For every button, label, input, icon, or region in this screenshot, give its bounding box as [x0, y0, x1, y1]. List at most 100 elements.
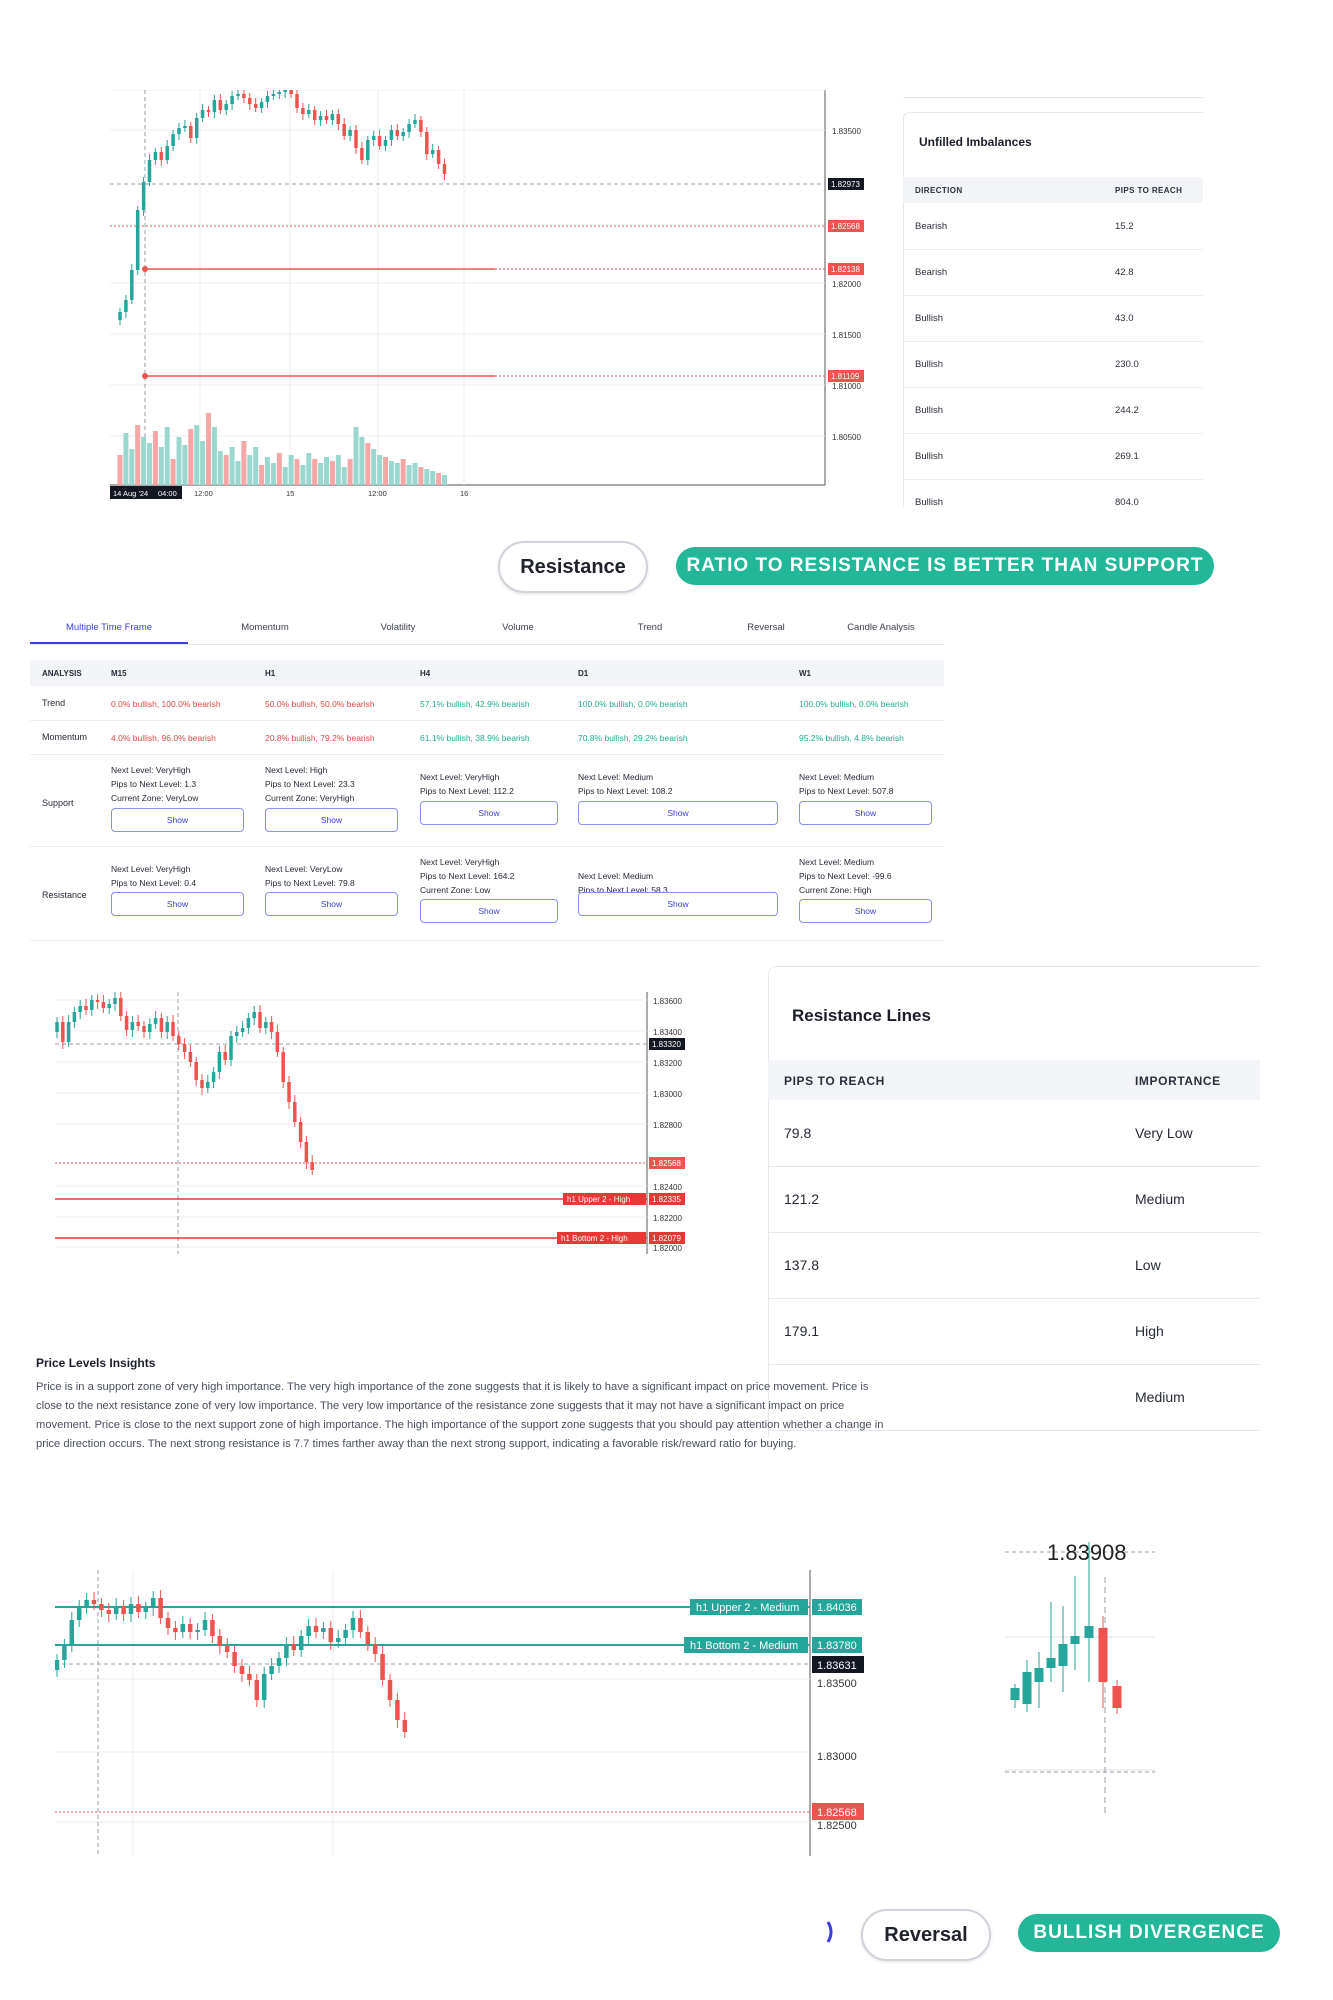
price-label: 1.83000	[653, 1090, 682, 1099]
support-h4: Next Level: VeryHigh Pips to Next Level: …	[420, 772, 514, 796]
insights-title: Price Levels Insights	[36, 1356, 156, 1370]
candle-body	[264, 1022, 268, 1028]
price-label: 1.83600	[653, 997, 682, 1006]
candle-body	[217, 1052, 222, 1072]
volume-bar	[188, 429, 194, 485]
tab-multiple-time-frame[interactable]: Multiple Time Frame	[30, 622, 188, 633]
tab-reversal[interactable]: Reversal	[706, 622, 826, 633]
show-button[interactable]: Show	[799, 801, 932, 825]
candle-body	[1112, 1686, 1122, 1708]
resistance-w1: Next Level: Medium Pips to Next Level: -9…	[799, 857, 892, 895]
tab-volatility[interactable]: Volatility	[338, 622, 458, 633]
candle-body	[310, 1162, 314, 1170]
candle-body	[147, 160, 152, 182]
candle-body	[121, 1606, 126, 1614]
show-button[interactable]: Show	[420, 899, 558, 923]
candle-body	[229, 1036, 233, 1060]
candle-body	[55, 1660, 60, 1670]
candle-body	[324, 116, 329, 120]
candle-body	[118, 312, 122, 320]
price-label: 1.81000	[832, 382, 861, 391]
show-button[interactable]: Show	[799, 899, 932, 923]
candle-body	[354, 130, 358, 148]
tab-volume[interactable]: Volume	[458, 622, 578, 633]
svg-text:1.82079: 1.82079	[652, 1234, 681, 1243]
chart-2[interactable]: 1.83600 1.83400 1.83200 1.83000 1.82800 …	[55, 992, 695, 1262]
svg-text:1.83320: 1.83320	[652, 1040, 681, 1049]
volume-bar	[229, 447, 235, 485]
candle-body	[187, 1624, 193, 1632]
candle-body	[69, 1620, 75, 1646]
show-button[interactable]: Show	[578, 892, 778, 916]
candle-body	[365, 1632, 371, 1644]
tab-trend[interactable]: Trend	[590, 622, 710, 633]
table-row: Bullish 43.0	[903, 295, 1203, 342]
volume-bar	[253, 447, 259, 485]
svg-text:1.82568: 1.82568	[831, 222, 860, 231]
resistance-lines-panel: Resistance Lines PIPS TO REACH IMPORTANC…	[768, 966, 1260, 1436]
candle-body	[224, 104, 228, 110]
candle-body	[275, 1032, 280, 1052]
show-button[interactable]: Show	[111, 892, 244, 916]
candle-body	[313, 1626, 319, 1632]
reversal-pill[interactable]: Reversal	[861, 1909, 991, 1961]
candle-body	[283, 90, 287, 92]
row-label-resistance: Resistance	[42, 890, 87, 900]
candle-body	[277, 92, 282, 94]
volume-bar	[424, 469, 430, 485]
price-label: 1.82000	[832, 280, 861, 289]
candle-body	[298, 1636, 304, 1650]
candle-body	[253, 104, 258, 108]
volume-bar	[436, 473, 442, 485]
volume-bar	[141, 437, 147, 485]
show-button[interactable]: Show	[265, 808, 398, 832]
trend-d1: 100.0% bullish, 0.0% bearish	[578, 699, 688, 709]
candle-body	[287, 1082, 291, 1102]
candle-body	[304, 1142, 309, 1162]
tab-momentum[interactable]: Momentum	[205, 622, 325, 633]
candle-body	[165, 1022, 169, 1032]
price-label: 1.83400	[653, 1028, 682, 1037]
volume-bar	[335, 455, 341, 485]
momentum-d1: 70.8% bullish, 29.2% bearish	[578, 733, 688, 743]
candle-body	[173, 1628, 178, 1632]
volume-bar	[176, 437, 182, 485]
table-header: DIRECTION PIPS TO REACH	[903, 177, 1203, 203]
candle-body	[189, 126, 193, 138]
candle-body	[247, 1674, 252, 1680]
chart-4-zoom[interactable]: 1.83908	[1005, 1532, 1165, 1817]
trend-h1: 50.0% bullish, 50.0% bearish	[265, 699, 375, 709]
candle-body	[377, 136, 382, 146]
candle-body	[252, 1012, 256, 1018]
show-button[interactable]: Show	[265, 892, 398, 916]
ratio-badge: RATIO TO RESISTANCE IS BETTER THAN SUPPO…	[676, 547, 1214, 585]
resistance-pill[interactable]: Resistance	[498, 541, 648, 593]
candle-body	[165, 1618, 171, 1628]
candle-body	[307, 110, 311, 114]
candle-body	[1070, 1636, 1080, 1644]
candle-body	[284, 1644, 289, 1658]
chart-1[interactable]: 1.83500 1.82000 1.81500 1.81000 1.80500 …	[110, 90, 890, 505]
candle-body	[265, 96, 270, 102]
volume-bar	[265, 457, 270, 485]
candle-body	[442, 164, 447, 174]
candle-body	[177, 1036, 181, 1044]
zoom-price-label: 1.83908	[1047, 1540, 1127, 1565]
show-button[interactable]: Show	[420, 801, 558, 825]
candle-body	[248, 98, 252, 104]
table-row: 79.8 Very Low	[768, 1100, 1260, 1167]
volume-bar	[200, 441, 206, 485]
candle-body	[124, 1016, 129, 1030]
candle-body	[413, 120, 417, 124]
chart-3[interactable]: h1 Upper 2 - Medium 1.84036 h1 Bottom 2 …	[55, 1570, 895, 1860]
svg-text:1.82138: 1.82138	[831, 265, 860, 274]
volume-bar	[182, 445, 188, 485]
tab-candle-analysis[interactable]: Candle Analysis	[818, 622, 944, 633]
show-button[interactable]: Show	[111, 808, 244, 832]
svg-text:1.82335: 1.82335	[652, 1195, 681, 1204]
candle-body	[171, 1022, 175, 1036]
show-button[interactable]: Show	[578, 801, 778, 825]
analysis-tabs: Multiple Time Frame Momentum Volatility …	[30, 608, 944, 645]
candle-body	[383, 140, 388, 146]
price-label: 1.83500	[832, 127, 861, 136]
